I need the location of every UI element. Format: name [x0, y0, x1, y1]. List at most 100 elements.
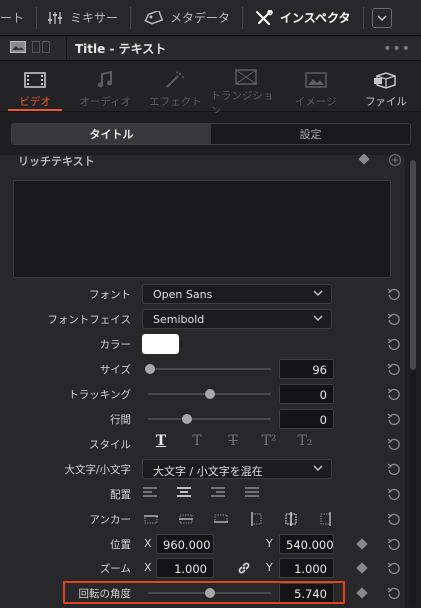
tab-label: ファイル [364, 96, 407, 108]
tab-video[interactable]: ビデオ [0, 62, 70, 111]
tab-file[interactable]: ファイル [351, 62, 421, 111]
link-icon[interactable] [237, 561, 251, 578]
color-row: カラー [0, 333, 405, 355]
tracking-input[interactable]: 0 [279, 384, 334, 404]
position-x-input[interactable]: 960.000 [156, 534, 214, 554]
align-center-icon[interactable] [176, 486, 192, 500]
toolbar-item-mixer[interactable]: ミキサー [37, 0, 130, 36]
reset-font-icon[interactable] [387, 287, 401, 301]
toolbar-item-edit-index[interactable]: ート [0, 0, 36, 36]
view-toggle-group [0, 41, 66, 56]
keyframe-diamond-icon[interactable] [356, 587, 368, 599]
tracking-slider[interactable] [148, 389, 271, 399]
zoom-y-input[interactable]: 1.000 [279, 558, 334, 578]
style-strikethrough-button[interactable]: T [215, 433, 251, 455]
scrollbar-thumb[interactable] [410, 160, 416, 370]
align-justify-icon[interactable] [244, 486, 260, 500]
slider-knob[interactable] [182, 414, 193, 424]
line-spacing-label: 行間 [110, 414, 131, 426]
panel-scrollbar[interactable] [410, 160, 416, 608]
segment-settings[interactable]: 設定 [211, 124, 410, 144]
reset-font-face-icon[interactable] [387, 312, 401, 326]
style-underline-button[interactable]: T [143, 433, 179, 455]
anchor-group [143, 511, 334, 527]
zoom-row: ズーム X 1.000 Y 1.000 [0, 557, 405, 579]
line-spacing-input[interactable]: 0 [279, 409, 334, 429]
case-value: 大文字 / 小文字を混在 [153, 465, 263, 478]
font-face-row: フォントフェイス Semibold [0, 308, 405, 330]
anchor-middle-icon[interactable] [178, 511, 194, 527]
anchor-top-icon[interactable] [143, 511, 159, 527]
tab-audio[interactable]: オーディオ [70, 62, 140, 111]
position-y-input[interactable]: 540.000 [279, 534, 334, 554]
metadata-tag-icon [143, 10, 164, 25]
reset-position-icon[interactable] [387, 537, 401, 551]
reset-zoom-icon[interactable] [387, 561, 401, 575]
style-row: スタイル T T T T² T₂ [0, 433, 405, 455]
reset-tracking-icon[interactable] [387, 387, 401, 401]
font-value: Open Sans [153, 288, 213, 301]
zoom-x-label: X [144, 561, 152, 574]
toolbar-dropdown-button[interactable] [371, 7, 392, 28]
add-keyframe-icon[interactable] [388, 153, 402, 167]
toolbar-item-inspector[interactable]: インスペクタ [243, 0, 362, 36]
split-view-icon[interactable] [32, 41, 50, 56]
anchor-right-icon[interactable] [318, 511, 334, 527]
reset-rotation-icon[interactable] [387, 586, 401, 600]
font-face-select[interactable]: Semibold [142, 309, 332, 329]
alignment-label: 配置 [110, 489, 131, 501]
more-options-icon[interactable]: ••• [383, 41, 421, 57]
size-input[interactable]: 96 [279, 359, 334, 379]
keyframe-diamond-icon[interactable] [356, 538, 368, 550]
zoom-y-label: Y [266, 561, 273, 574]
case-label: 大文字/小文字 [64, 464, 131, 476]
reset-case-icon[interactable] [387, 462, 401, 476]
reset-line-spacing-icon[interactable] [387, 412, 401, 426]
keyframe-diamond-icon[interactable] [358, 153, 370, 165]
reset-color-icon[interactable] [387, 337, 401, 351]
mixer-icon [47, 11, 63, 25]
color-swatch[interactable] [142, 334, 179, 354]
inspector-category-tabs: ビデオ オーディオ エフェクト トランジション イメージ ファイル [0, 62, 421, 117]
rich-text-input[interactable] [13, 180, 391, 278]
slider-knob[interactable] [204, 389, 215, 399]
file-cube-icon [373, 69, 398, 91]
slider-knob[interactable] [145, 364, 156, 374]
keyframe-diamond-icon[interactable] [356, 562, 368, 574]
tab-label: オーディオ [79, 96, 132, 108]
case-select[interactable]: 大文字 / 小文字を混在 [142, 459, 332, 479]
style-toggle-group: T T T T² T₂ [143, 433, 323, 455]
zoom-x-input[interactable]: 1.000 [156, 558, 214, 578]
size-row: サイズ 96 [0, 358, 405, 380]
segment-title[interactable]: タイトル [12, 124, 211, 144]
tab-effects[interactable]: エフェクト [140, 62, 210, 111]
anchor-bottom-icon[interactable] [213, 511, 229, 527]
tracking-label: トラッキング [68, 389, 131, 401]
reset-alignment-icon[interactable] [387, 487, 401, 501]
reset-anchor-icon[interactable] [387, 512, 401, 526]
line-spacing-slider[interactable] [148, 414, 271, 424]
align-left-icon[interactable] [142, 486, 158, 500]
style-subscript-button[interactable]: T₂ [287, 433, 323, 455]
style-regular-button[interactable]: T [179, 433, 215, 455]
toolbar-item-metadata[interactable]: メタデータ [131, 0, 242, 36]
align-right-icon[interactable] [210, 486, 226, 500]
anchor-label: アンカー [89, 514, 131, 526]
clip-title: Title - テキスト [75, 42, 167, 56]
anchor-left-icon[interactable] [248, 511, 264, 527]
music-note-icon [97, 69, 113, 91]
single-view-icon[interactable] [10, 41, 26, 56]
anchor-center-icon[interactable] [283, 511, 299, 527]
reset-size-icon[interactable] [387, 362, 401, 376]
toolbar-divider [362, 6, 364, 29]
tab-image[interactable]: イメージ [281, 62, 351, 111]
reset-style-icon[interactable] [387, 437, 401, 451]
toolbar-item-label: ミキサー [70, 11, 119, 25]
style-label: スタイル [89, 439, 131, 451]
font-select[interactable]: Open Sans [142, 284, 332, 304]
size-label: サイズ [99, 364, 131, 376]
size-slider[interactable] [145, 364, 271, 374]
style-superscript-button[interactable]: T² [251, 433, 287, 455]
font-label: フォント [89, 289, 131, 301]
tab-transition[interactable]: トランジション [211, 62, 281, 117]
